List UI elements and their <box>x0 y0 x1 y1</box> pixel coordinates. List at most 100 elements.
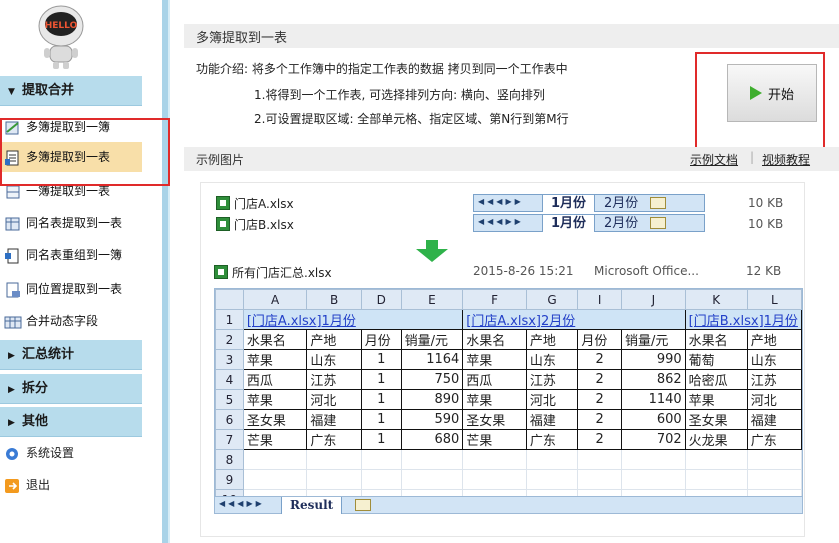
table-cell: 2 <box>577 409 623 430</box>
sidebar-divider-highlight <box>168 0 170 543</box>
column-header[interactable]: L <box>746 289 802 310</box>
table-cell: 销量/元 <box>621 329 686 350</box>
table-cell: 1 <box>360 429 402 450</box>
row-number[interactable]: 9 <box>215 469 244 490</box>
sidebar-item-merge-dynamic[interactable]: 合并动态字段 <box>0 306 142 336</box>
sheet-nav-arrows-icon[interactable]: ◀◀◀▶▶ <box>219 499 265 508</box>
video-tutorial-link[interactable]: 视频教程 <box>762 151 810 168</box>
table-cell: 江苏 <box>525 369 579 390</box>
new-sheet-icon[interactable] <box>355 499 371 511</box>
sheet-tabstrip-a: ◀◀◀▶▶ 1月份 2月份 <box>473 194 705 212</box>
table-cell: 2 <box>577 349 623 370</box>
table-row: 1 [门店A.xlsx]1月份 [门店A.xlsx]2月份 [门店B.xlsx]… <box>215 309 802 330</box>
feature-line-2: 2.可设置提取区域: 全部单元格、指定区域、第N行到第M行 <box>254 112 569 126</box>
table-cell: 1140 <box>621 389 686 410</box>
example-doc-link[interactable]: 示例文档 <box>690 151 738 168</box>
same-position-icon <box>6 282 20 297</box>
svg-text:HELLO: HELLO <box>45 21 78 31</box>
column-header[interactable]: G <box>525 289 579 310</box>
section-summary[interactable]: ▶ 汇总统计 <box>0 340 142 370</box>
table-cell: 哈密瓜 <box>684 369 748 390</box>
table-cell: 水果名 <box>242 329 308 350</box>
highlight-box-sidebar <box>0 118 170 186</box>
table-cell: 圣女果 <box>462 409 527 430</box>
row-number[interactable]: 1 <box>215 309 244 330</box>
section-extract-merge[interactable]: ▼ 提取合并 <box>0 76 142 106</box>
table-cell: 月份 <box>360 329 402 350</box>
down-arrow-icon <box>416 240 448 262</box>
table-row: 2 水果名 产地 月份 销量/元 水果名 产地 月份 销量/元 水果名 产地 <box>215 329 802 350</box>
table-cell: 芒果 <box>242 429 308 450</box>
table-cell: 1 <box>360 369 402 390</box>
table-cell: 江苏 <box>306 369 362 390</box>
table-cell: 990 <box>621 349 686 370</box>
table-cell: 1164 <box>400 349 464 370</box>
sidebar-item-same-name-to-sheet[interactable]: 同名表提取到一表 <box>0 208 142 238</box>
sidebar-item-settings[interactable]: 系统设置 <box>0 438 142 468</box>
table-cell: 河北 <box>306 389 362 410</box>
column-header[interactable]: A <box>242 289 308 310</box>
row-number[interactable]: 6 <box>215 409 244 430</box>
row-number[interactable]: 7 <box>215 429 244 450</box>
row-number[interactable]: 4 <box>215 369 244 390</box>
sidebar-item-same-position[interactable]: 同位置提取到一表 <box>0 274 142 304</box>
column-header[interactable]: F <box>462 289 527 310</box>
result-sheet-tabs: ◀◀◀▶▶ Result <box>214 496 803 514</box>
table-cell: 产地 <box>306 329 362 350</box>
table-cell: 590 <box>400 409 464 430</box>
result-table: A B D E F G I J K L 1 [门店A.xlsx]1月份 [门店A… <box>215 289 802 510</box>
result-spreadsheet: A B D E F G I J K L 1 [门店A.xlsx]1月份 [门店A… <box>214 288 803 514</box>
sheet-tab: 2月份 <box>604 196 639 211</box>
table-cell: 产地 <box>746 329 802 350</box>
section-other[interactable]: ▶ 其他 <box>0 407 142 437</box>
table-cell: 月份 <box>577 329 623 350</box>
row-number[interactable]: 8 <box>215 449 244 470</box>
column-header[interactable]: I <box>577 289 623 310</box>
table-cell: 2 <box>577 429 623 450</box>
table-cell: 862 <box>621 369 686 390</box>
table-cell: 西瓜 <box>242 369 308 390</box>
excel-file-icon <box>216 196 230 210</box>
file-size: 10 KB <box>748 196 784 210</box>
column-header[interactable]: E <box>400 289 464 310</box>
column-header[interactable]: K <box>684 289 748 310</box>
file-row-b: 门店B.xlsx <box>216 216 294 233</box>
expanded-triangle-icon: ▼ <box>8 87 15 97</box>
regroup-icon <box>5 248 19 263</box>
sidebar-item-same-name-regroup[interactable]: 同名表重组到一簿 <box>0 240 142 270</box>
select-all-corner[interactable] <box>215 289 244 310</box>
section-split[interactable]: ▶ 拆分 <box>0 374 142 404</box>
table-cell: 江苏 <box>746 369 802 390</box>
table-cell: 圣女果 <box>684 409 748 430</box>
table-cell: 圣女果 <box>242 409 308 430</box>
file-row-a: 门店A.xlsx <box>216 195 294 212</box>
row-number[interactable]: 2 <box>215 329 244 350</box>
sidebar: HELLO ▼ 提取合并 多簿提取到一簿 多簿提取到一表 一簿提取到一表 同名表提… <box>0 0 162 543</box>
table-cell: 1 <box>360 409 402 430</box>
block-title: [门店A.xlsx]2月份 <box>462 309 686 330</box>
sheet-tabstrip-b: ◀◀◀▶▶ 1月份 2月份 <box>473 214 705 232</box>
table-cell: 广东 <box>525 429 579 450</box>
dynamic-fields-icon <box>4 316 22 328</box>
row-number[interactable]: 5 <box>215 389 244 410</box>
sheet-tab: 1月份 <box>542 215 596 232</box>
result-sheet-tab[interactable]: Result <box>281 497 343 514</box>
table-row: 9 <box>215 469 802 490</box>
column-header[interactable]: J <box>621 289 686 310</box>
table-cell: 890 <box>400 389 464 410</box>
block-title: [门店B.xlsx]1月份 <box>684 309 802 330</box>
sheet-nav-arrows-icon: ◀◀◀▶▶ <box>478 197 524 206</box>
table-cell: 广东 <box>306 429 362 450</box>
block-title: [门店A.xlsx]1月份 <box>242 309 464 330</box>
robot-logo-icon: HELLO <box>38 5 84 69</box>
sidebar-item-exit[interactable]: 退出 <box>0 470 142 500</box>
column-header[interactable]: D <box>360 289 402 310</box>
table-cell: 苹果 <box>462 349 527 370</box>
table-cell: 苹果 <box>242 389 308 410</box>
table-cell: 芒果 <box>462 429 527 450</box>
table-cell: 600 <box>621 409 686 430</box>
sheet-tab: 1月份 <box>542 195 596 212</box>
column-header[interactable]: B <box>306 289 362 310</box>
table-row: 5 苹果 河北 1 890 苹果 河北 2 1140 苹果 河北 <box>215 389 802 410</box>
row-number[interactable]: 3 <box>215 349 244 370</box>
